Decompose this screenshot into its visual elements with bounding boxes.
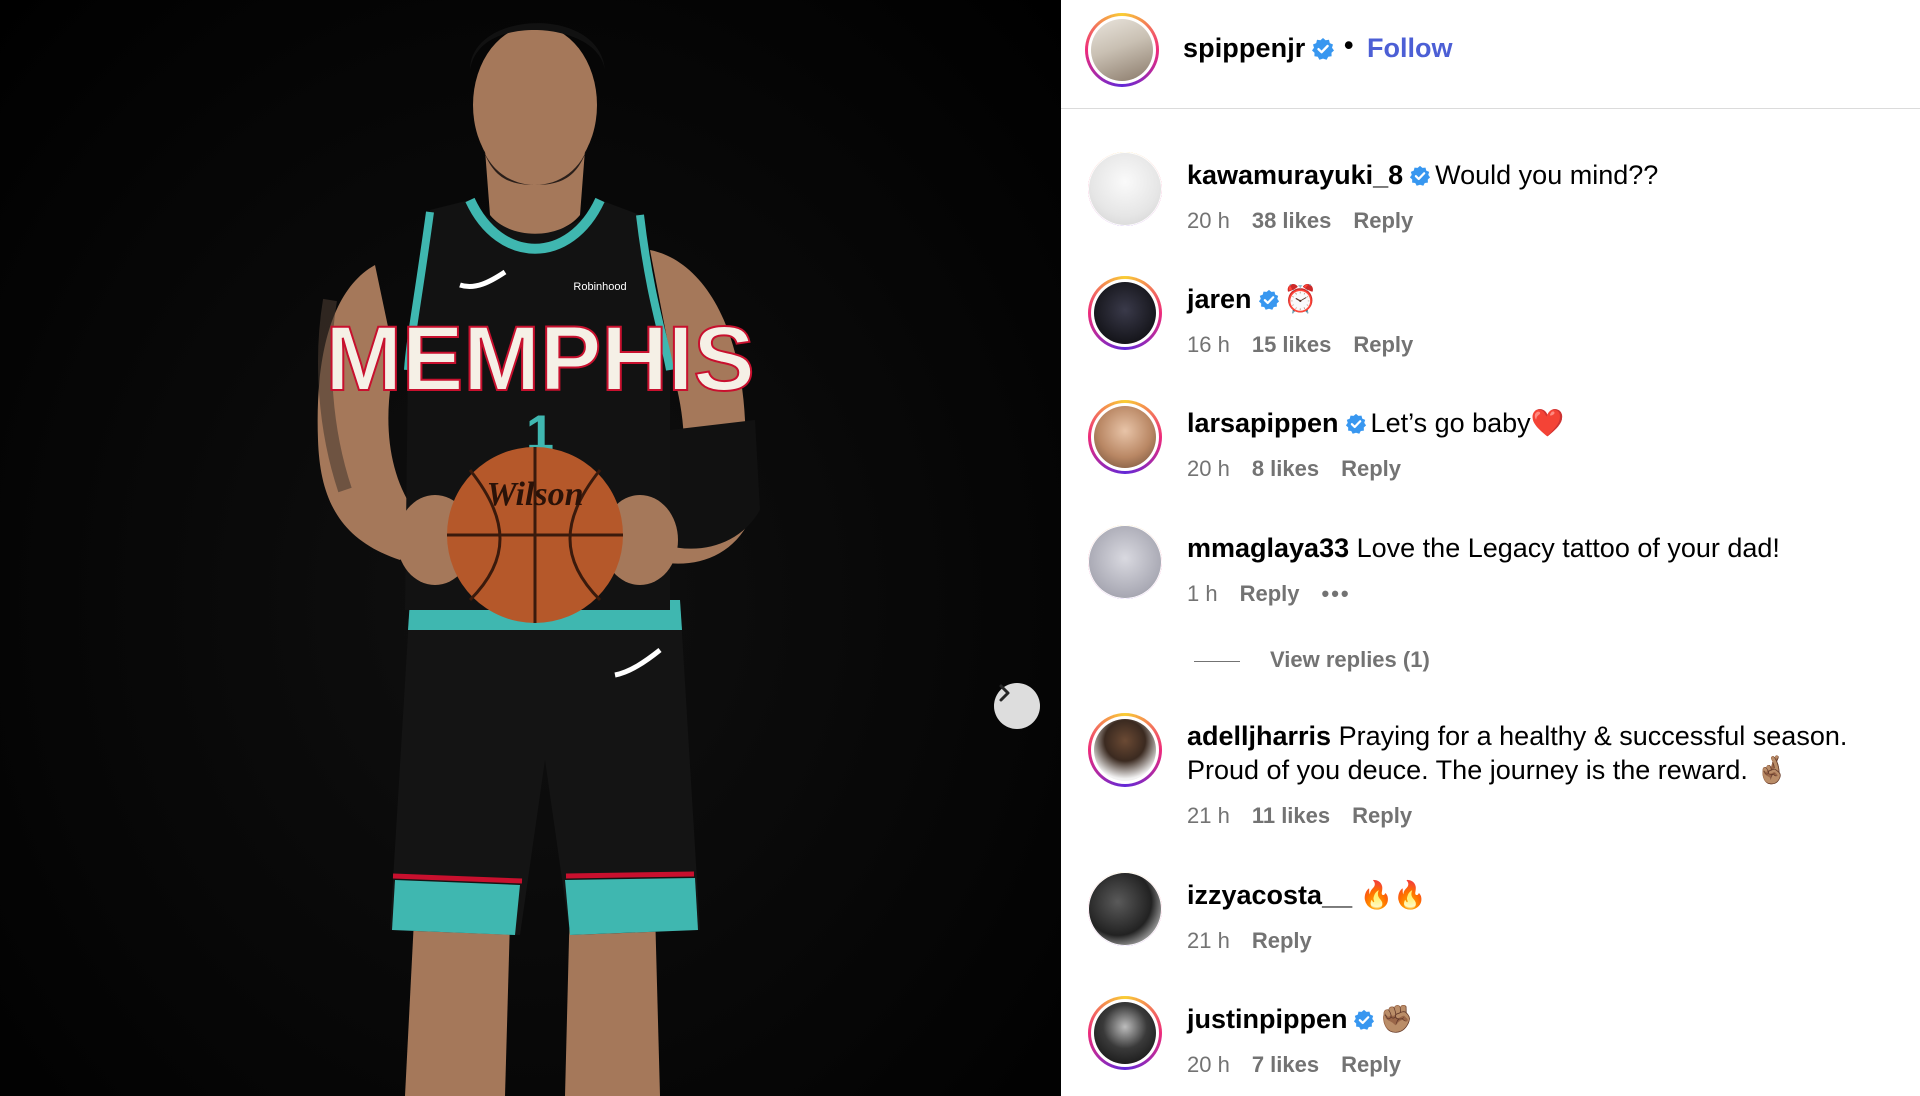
comments-panel: spippenjr • Follow kawamurayuki_8 Would y… (1061, 0, 1920, 1096)
ball-brand: Wilson (486, 476, 583, 513)
verified-badge-icon (1345, 413, 1366, 434)
comment-likes[interactable]: 8 likes (1252, 456, 1319, 481)
comment-username[interactable]: jaren (1187, 284, 1252, 314)
comment-likes[interactable]: 38 likes (1252, 208, 1332, 233)
comment-text: ✊🏽 (1379, 1004, 1414, 1034)
comment-likes[interactable]: 7 likes (1252, 1052, 1319, 1077)
commenter-avatar[interactable] (1088, 276, 1162, 350)
reply-button[interactable]: Reply (1352, 803, 1412, 828)
reply-button[interactable]: Reply (1252, 928, 1312, 953)
follow-button[interactable]: Follow (1367, 33, 1452, 64)
comment-text: 🔥🔥 (1359, 880, 1427, 910)
player-photo: MEMPHIS 1 Robinhood Wilson (317, 23, 760, 1096)
comment-time: 20 h (1187, 208, 1230, 233)
author-username[interactable]: spippenjr (1183, 33, 1305, 64)
verified-badge-icon (1258, 289, 1279, 310)
chevron-right-icon (999, 684, 1010, 702)
reply-button[interactable]: Reply (1341, 1052, 1401, 1077)
more-options-icon[interactable]: ••• (1322, 581, 1351, 606)
sponsor-text: Robinhood (573, 281, 626, 293)
reply-button[interactable]: Reply (1353, 332, 1413, 357)
comment-time: 21 h (1187, 803, 1230, 828)
comment-likes[interactable]: 15 likes (1252, 332, 1332, 357)
comment-time: 21 h (1187, 928, 1230, 953)
reply-button[interactable]: Reply (1341, 456, 1401, 481)
commenter-avatar[interactable] (1088, 996, 1162, 1070)
post-header: spippenjr • Follow (1061, 0, 1920, 109)
comment-username[interactable]: izzyacosta__ (1187, 880, 1352, 910)
comment-time: 1 h (1187, 581, 1218, 606)
comment-username[interactable]: larsapippen (1187, 408, 1339, 438)
verified-badge-icon (1354, 1009, 1375, 1030)
reply-button[interactable]: Reply (1240, 581, 1300, 606)
commenter-avatar[interactable] (1088, 152, 1162, 226)
comment-text: Would you mind?? (1435, 160, 1659, 190)
verified-badge-icon (1312, 38, 1334, 60)
commenter-avatar[interactable] (1088, 713, 1162, 787)
comment-username[interactable]: mmaglaya33 (1187, 533, 1349, 563)
comment-username[interactable]: justinpippen (1187, 1004, 1347, 1034)
reply-button[interactable]: Reply (1353, 208, 1413, 233)
comment-username[interactable]: kawamurayuki_8 (1187, 160, 1403, 190)
author-avatar[interactable] (1085, 13, 1159, 87)
comment-time: 20 h (1187, 456, 1230, 481)
replies-divider (1194, 660, 1240, 662)
comment-username[interactable]: adelljharris (1187, 721, 1331, 751)
commenter-avatar[interactable] (1088, 872, 1162, 946)
post-media[interactable]: MEMPHIS 1 Robinhood Wilson (0, 0, 1061, 1096)
jersey-text: MEMPHIS (325, 308, 754, 410)
header-separator: • (1344, 30, 1354, 60)
comment-likes[interactable]: 11 likes (1252, 803, 1330, 828)
next-media-button[interactable] (994, 683, 1040, 729)
comment-text: ⏰ (1283, 284, 1318, 314)
view-replies-button[interactable]: View replies (1) (1194, 647, 1430, 673)
comment-text: Love the Legacy tattoo of your dad! (1356, 533, 1780, 563)
comment-text: Let’s go baby❤️ (1370, 408, 1565, 438)
view-replies-label: View replies (1) (1270, 647, 1430, 672)
comment-time: 16 h (1187, 332, 1230, 357)
commenter-avatar[interactable] (1088, 400, 1162, 474)
verified-badge-icon (1410, 165, 1431, 186)
commenter-avatar[interactable] (1088, 525, 1162, 599)
comment-time: 20 h (1187, 1052, 1230, 1077)
